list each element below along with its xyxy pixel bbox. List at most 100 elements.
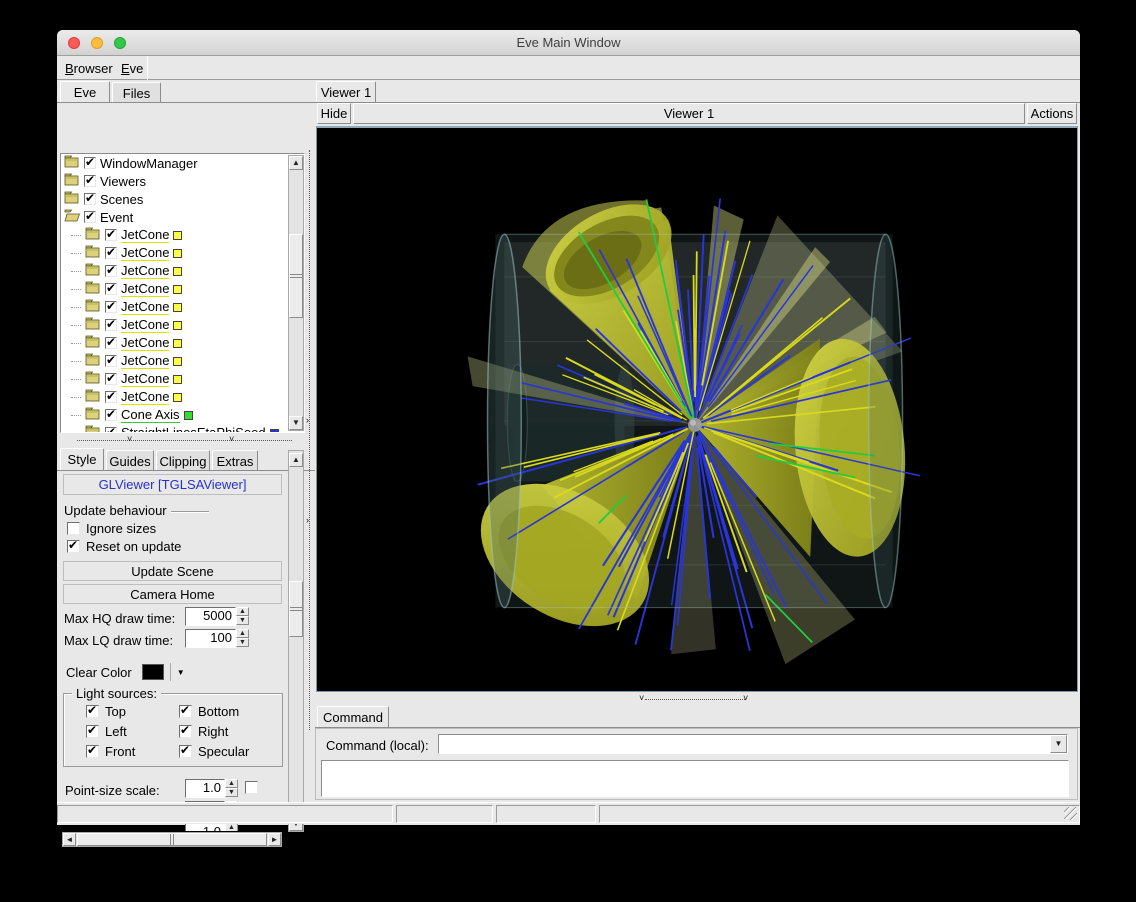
main-splitter[interactable] bbox=[309, 150, 310, 730]
left-splitter[interactable] bbox=[77, 440, 292, 441]
tree-item-checkbox[interactable] bbox=[105, 247, 117, 259]
tree-item-checkbox[interactable] bbox=[84, 157, 96, 169]
reset-on-update-checkbox[interactable] bbox=[67, 540, 80, 553]
tab-extras[interactable]: Extras bbox=[212, 450, 258, 470]
tree-item-checkbox[interactable] bbox=[105, 229, 117, 241]
item-color-marker[interactable] bbox=[173, 321, 182, 330]
point-size-checkbox[interactable] bbox=[245, 781, 258, 794]
tree-item-checkbox[interactable] bbox=[105, 319, 117, 331]
style-hscroll-thumb[interactable] bbox=[77, 833, 267, 846]
glviewer-button[interactable]: GLViewer [TGLSAViewer] bbox=[63, 474, 282, 495]
tree-item-label[interactable]: JetCone bbox=[121, 335, 169, 351]
item-color-marker[interactable] bbox=[184, 411, 193, 420]
tree-item-jetcone[interactable]: JetCone bbox=[61, 388, 304, 406]
tab-eve[interactable]: Eve bbox=[60, 81, 110, 103]
max-lq-value[interactable]: 100 bbox=[185, 629, 236, 648]
tab-style[interactable]: Style bbox=[60, 448, 104, 470]
tab-command[interactable]: Command bbox=[317, 706, 389, 728]
wireframe-up-icon[interactable]: ▲ bbox=[225, 823, 238, 831]
tree-item-jetcone[interactable]: JetCone bbox=[61, 226, 304, 244]
light-front-checkbox[interactable] bbox=[86, 745, 99, 758]
light-bottom-checkbox[interactable] bbox=[179, 705, 192, 718]
style-scroll-thumb[interactable] bbox=[289, 581, 303, 637]
update-scene-button[interactable]: Update Scene bbox=[63, 561, 282, 581]
command-input[interactable]: ▼ bbox=[438, 734, 1068, 754]
light-specular-checkbox[interactable] bbox=[179, 745, 192, 758]
tree-item-jetcone[interactable]: JetCone bbox=[61, 280, 304, 298]
menu-eve[interactable]: Eve bbox=[115, 59, 149, 78]
tree-item-checkbox[interactable] bbox=[105, 265, 117, 277]
bottom-splitter[interactable] bbox=[645, 699, 745, 700]
item-color-marker[interactable] bbox=[173, 393, 182, 402]
tree-item-jetcone[interactable]: JetCone bbox=[61, 244, 304, 262]
tree-item-label[interactable]: JetCone bbox=[121, 389, 169, 405]
point-size-up-icon[interactable]: ▲ bbox=[225, 779, 238, 788]
tree-item-label[interactable]: Scenes bbox=[100, 192, 143, 207]
tree-item-checkbox[interactable] bbox=[84, 193, 96, 205]
tree-item-checkbox[interactable] bbox=[105, 391, 117, 403]
reset-on-update-row[interactable]: Reset on update bbox=[67, 539, 181, 554]
tree-item-label[interactable]: JetCone bbox=[121, 263, 169, 279]
tree-item-label[interactable]: Cone Axis bbox=[121, 407, 180, 423]
max-hq-value[interactable]: 5000 bbox=[185, 607, 236, 626]
item-color-marker[interactable] bbox=[173, 267, 182, 276]
style-scroll-up-icon[interactable]: ▲ bbox=[289, 453, 303, 467]
style-scroll-right-icon[interactable]: ► bbox=[268, 833, 281, 846]
tree-item-jetcone[interactable]: JetCone bbox=[61, 262, 304, 280]
tab-guides[interactable]: Guides bbox=[106, 450, 154, 470]
tab-viewer-1[interactable]: Viewer 1 bbox=[316, 81, 376, 103]
tree-scrollbar[interactable]: ▲ ▼ bbox=[288, 155, 304, 431]
wireframe-spinner[interactable]: 1.0 ▲ bbox=[185, 823, 225, 831]
style-scroll-left-icon[interactable]: ◄ bbox=[63, 833, 76, 846]
tree-item-checkbox[interactable] bbox=[105, 409, 117, 421]
tree-scroll-thumb[interactable] bbox=[289, 234, 303, 318]
gl-viewport[interactable] bbox=[316, 126, 1078, 692]
tree-item-jetcone[interactable]: JetCone bbox=[61, 370, 304, 388]
command-history[interactable] bbox=[321, 760, 1069, 797]
item-color-marker[interactable] bbox=[173, 303, 182, 312]
ignore-sizes-checkbox[interactable] bbox=[67, 522, 80, 535]
resize-grip[interactable] bbox=[1064, 807, 1077, 820]
actions-button[interactable]: Actions bbox=[1027, 103, 1077, 124]
max-lq-down-icon[interactable]: ▼ bbox=[236, 638, 249, 647]
tree-item-checkbox[interactable] bbox=[105, 355, 117, 367]
tree-item-label[interactable]: StraightLinesEtaPhiSeed bbox=[121, 425, 266, 433]
item-color-marker[interactable] bbox=[173, 357, 182, 366]
tree-item-checkbox[interactable] bbox=[105, 337, 117, 349]
tree-item-checkbox[interactable] bbox=[84, 211, 96, 223]
tree-item-label[interactable]: JetCone bbox=[121, 353, 169, 369]
point-size-value[interactable]: 1.0 bbox=[185, 779, 225, 798]
wireframe-value[interactable]: 1.0 bbox=[185, 823, 225, 831]
eve-scene-tree[interactable]: WindowManagerViewersScenesEventJetConeJe… bbox=[60, 153, 305, 433]
tree-item-checkbox[interactable] bbox=[105, 427, 117, 433]
tree-item-windowmanager[interactable]: WindowManager bbox=[61, 154, 304, 172]
point-size-down-icon[interactable]: ▼ bbox=[225, 788, 238, 797]
tree-item-jetcone[interactable]: JetCone bbox=[61, 334, 304, 352]
tree-item-scenes[interactable]: Scenes bbox=[61, 190, 304, 208]
tree-item-label[interactable]: Event bbox=[100, 210, 133, 225]
command-dropdown-icon[interactable]: ▼ bbox=[1050, 735, 1067, 753]
tree-item-label[interactable]: JetCone bbox=[121, 245, 169, 261]
max-hq-spinner[interactable]: 5000 ▲ ▼ bbox=[185, 607, 236, 626]
tree-item-checkbox[interactable] bbox=[105, 301, 117, 313]
tree-item-event[interactable]: Event bbox=[61, 208, 304, 226]
item-color-marker[interactable] bbox=[173, 339, 182, 348]
tree-item-jetcone[interactable]: JetCone bbox=[61, 316, 304, 334]
tree-item-label[interactable]: Viewers bbox=[100, 174, 146, 189]
ignore-sizes-row[interactable]: Ignore sizes bbox=[67, 521, 156, 536]
tree-item-checkbox[interactable] bbox=[84, 175, 96, 187]
max-lq-spinner[interactable]: 100 ▲ ▼ bbox=[185, 629, 236, 648]
camera-home-button[interactable]: Camera Home bbox=[63, 584, 282, 604]
tree-item-checkbox[interactable] bbox=[105, 373, 117, 385]
light-left-checkbox[interactable] bbox=[86, 725, 99, 738]
light-right-checkbox[interactable] bbox=[179, 725, 192, 738]
tree-item-jetcone[interactable]: JetCone bbox=[61, 298, 304, 316]
item-color-marker[interactable] bbox=[270, 429, 279, 434]
tree-item-label[interactable]: JetCone bbox=[121, 317, 169, 333]
max-hq-down-icon[interactable]: ▼ bbox=[236, 616, 249, 625]
tree-item-label[interactable]: WindowManager bbox=[100, 156, 198, 171]
tree-item-jetcone[interactable]: JetCone bbox=[61, 352, 304, 370]
item-color-marker[interactable] bbox=[173, 231, 182, 240]
max-lq-up-icon[interactable]: ▲ bbox=[236, 629, 249, 638]
tree-item-straightlinesetaphiseed[interactable]: StraightLinesEtaPhiSeed bbox=[61, 424, 304, 433]
